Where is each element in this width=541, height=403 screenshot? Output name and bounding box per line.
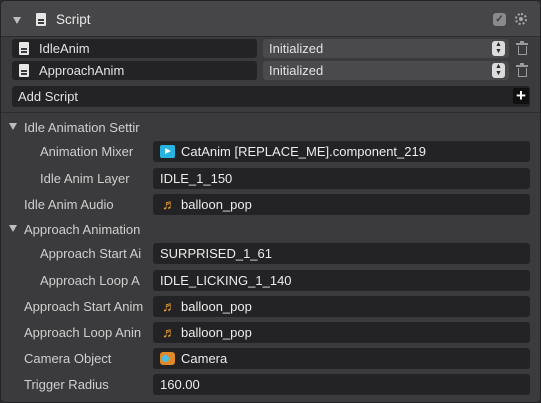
audio-note-icon: ♬ <box>162 196 176 212</box>
group-collapse-triangle-icon[interactable] <box>9 123 17 130</box>
script-slot-approachanim[interactable]: ApproachAnim <box>12 61 257 80</box>
idle-anim-layer-field[interactable]: IDLE_1_150 <box>153 168 530 189</box>
idle-anim-layer-label: Idle Anim Layer <box>40 171 130 186</box>
animation-mixer-label: Animation Mixer <box>40 144 134 159</box>
approach-start-anim-field[interactable]: SURPRISED_1_61 <box>153 243 530 264</box>
idle-anim-layer-value: IDLE_1_150 <box>160 171 233 186</box>
script-document-icon <box>19 42 29 55</box>
trigger-radius-field[interactable]: 160.00 <box>153 374 530 395</box>
approach-start-audio-field[interactable]: ♬ balloon_pop <box>153 296 530 317</box>
idle-anim-audio-value: balloon_pop <box>181 197 252 212</box>
script-component-panel: Script ✓ IdleAnim Initialized ▲ ▼ Approac… <box>0 0 541 403</box>
script-name-label: IdleAnim <box>39 41 90 56</box>
approach-loop-audio-label: Approach Loop Anin <box>24 325 142 340</box>
script-slot-idleanim[interactable]: IdleAnim <box>12 39 257 58</box>
script-document-icon <box>19 64 29 77</box>
approach-start-audio-label: Approach Start Anim <box>24 299 144 314</box>
approach-loop-anim-field[interactable]: IDLE_LICKING_1_140 <box>153 270 530 291</box>
component-header[interactable]: Script ✓ <box>1 1 540 37</box>
script-state-value: Initialized <box>269 63 324 78</box>
approach-loop-audio-value: balloon_pop <box>181 325 252 340</box>
approach-loop-audio-field[interactable]: ♬ balloon_pop <box>153 322 530 343</box>
camera-object-field[interactable]: Camera <box>153 348 530 369</box>
approach-start-anim-label: Approach Start Ai <box>40 246 142 261</box>
idle-anim-audio-label: Idle Anim Audio <box>24 197 114 212</box>
animation-mixer-field[interactable]: CatAnim [REPLACE_ME].component_219 <box>153 141 530 162</box>
group-collapse-triangle-icon[interactable] <box>9 225 17 232</box>
animation-mixer-value: CatAnim [REPLACE_ME].component_219 <box>181 144 426 159</box>
section-divider <box>1 112 540 113</box>
script-state-value: Initialized <box>269 41 324 56</box>
animation-mixer-icon <box>160 145 175 158</box>
stepper-updown-icon[interactable]: ▲ ▼ <box>492 41 505 56</box>
add-script-plus-button[interactable]: + <box>513 87 529 104</box>
script-state-select[interactable]: Initialized ▲ ▼ <box>263 61 509 80</box>
script-document-icon <box>36 13 46 26</box>
script-state-select[interactable]: Initialized ▲ ▼ <box>263 39 509 58</box>
stepper-updown-icon[interactable]: ▲ ▼ <box>492 63 505 78</box>
camera-icon <box>160 352 175 365</box>
trigger-radius-label: Trigger Radius <box>24 377 109 392</box>
trigger-radius-value: 160.00 <box>160 377 200 392</box>
approach-start-anim-value: SURPRISED_1_61 <box>160 246 272 261</box>
approach-loop-anim-value: IDLE_LICKING_1_140 <box>160 273 292 288</box>
audio-note-icon: ♬ <box>162 324 176 340</box>
audio-note-icon: ♬ <box>162 298 176 314</box>
component-title: Script <box>56 12 91 27</box>
settings-gear-icon[interactable] <box>515 13 527 25</box>
add-script-label: Add Script <box>18 89 78 104</box>
add-script-bar[interactable]: Add Script + <box>12 86 530 107</box>
delete-script-icon[interactable] <box>516 41 528 55</box>
group-approach-animation[interactable]: Approach Animation <box>24 222 148 237</box>
camera-object-value: Camera <box>181 351 228 366</box>
script-name-label: ApproachAnim <box>39 63 125 78</box>
enabled-check-icon[interactable]: ✓ <box>493 13 506 26</box>
idle-anim-audio-field[interactable]: ♬ balloon_pop <box>153 194 530 215</box>
collapse-triangle-icon[interactable] <box>13 17 21 24</box>
delete-script-icon[interactable] <box>516 63 528 77</box>
approach-start-audio-value: balloon_pop <box>181 299 252 314</box>
camera-object-label: Camera Object <box>24 351 112 366</box>
group-idle-animation-settings[interactable]: Idle Animation Settir <box>24 120 148 135</box>
approach-loop-anim-label: Approach Loop A <box>40 273 140 288</box>
